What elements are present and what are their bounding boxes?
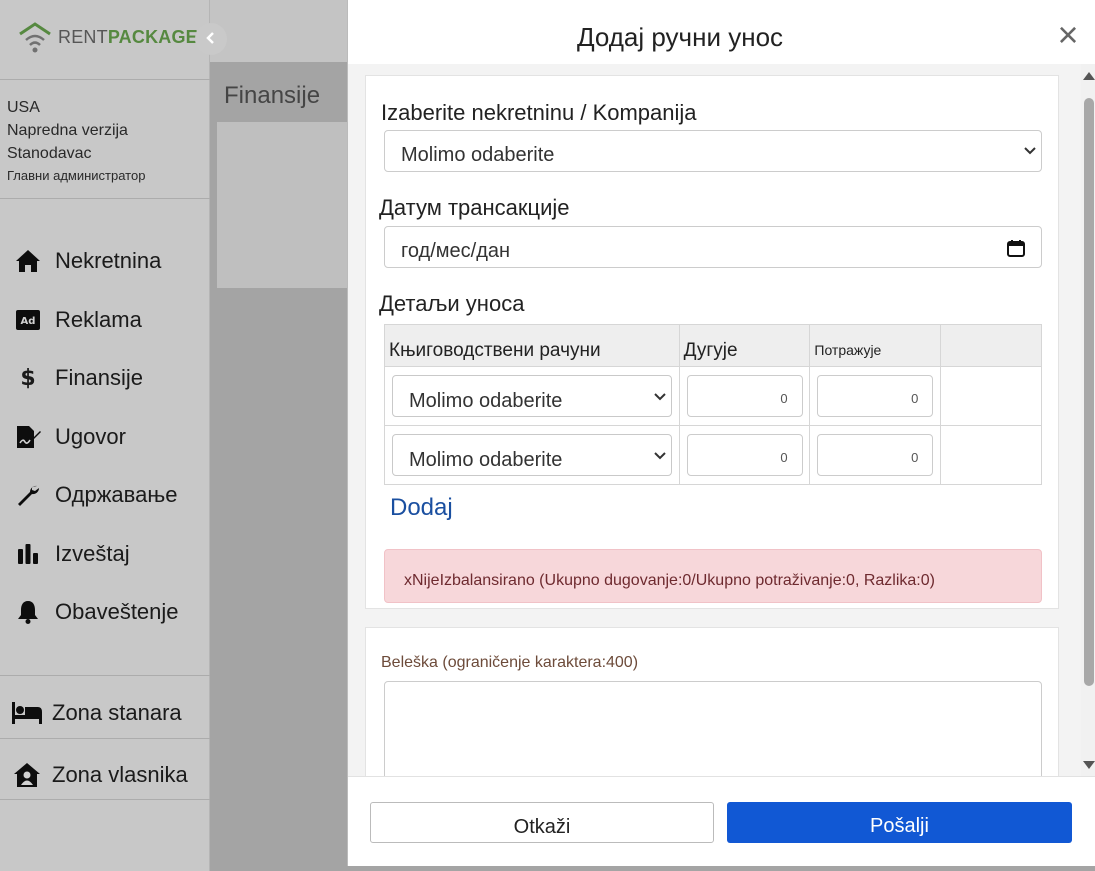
col-debit-header: Дугује	[678, 324, 811, 367]
manual-entry-modal: Додај ручни унос × Izaberite nekretninu …	[347, 0, 1095, 866]
scroll-down-icon[interactable]	[1083, 761, 1095, 769]
send-button[interactable]: Pošalji	[727, 802, 1072, 843]
sidebar-collapse-button[interactable]	[195, 23, 227, 55]
credit-cell: 0	[809, 366, 942, 426]
chevron-down-icon	[654, 393, 666, 401]
note-textarea[interactable]	[384, 681, 1042, 776]
modal-scrollbar[interactable]	[1081, 64, 1095, 776]
account-cell: Molimo odaberite	[384, 425, 680, 485]
debit-cell: 0	[678, 366, 811, 426]
balance-alert: xNijeIzbalansirano (Ukupno dugovanje:0/U…	[384, 549, 1042, 603]
account-select-value: Molimo odaberite	[409, 449, 563, 471]
debit-input[interactable]: 0	[686, 434, 803, 476]
date-placeholder: год/мес/дан	[401, 240, 511, 262]
property-select[interactable]: Molimo odaberite	[384, 130, 1042, 172]
debit-cell: 0	[678, 425, 811, 485]
entries-table: Књиговодствени рачуни Дугује Потражује M…	[384, 324, 1042, 485]
scrollbar-thumb[interactable]	[1084, 98, 1094, 686]
chevron-left-icon	[204, 29, 218, 50]
table-header-row: Књиговодствени рачуни Дугује Потражује	[384, 324, 1042, 367]
modal-footer: Otkaži Pošalji	[348, 776, 1095, 866]
actions-cell	[940, 366, 1042, 426]
table-row: Molimo odaberite 0 0	[384, 366, 1042, 426]
credit-input[interactable]: 0	[817, 375, 934, 417]
col-actions-header	[940, 324, 1042, 367]
modal-body: Izaberite nekretninu / Kompanija Molimo …	[348, 64, 1081, 776]
chevron-down-icon	[654, 452, 666, 460]
col-credit-header: Потражује	[809, 324, 942, 367]
entry-card: Izaberite nekretninu / Kompanija Molimo …	[365, 75, 1059, 609]
account-cell: Molimo odaberite	[384, 366, 680, 426]
close-icon[interactable]: ×	[1054, 17, 1082, 54]
cancel-button[interactable]: Otkaži	[370, 802, 714, 843]
property-select-value: Molimo odaberite	[401, 144, 555, 166]
add-row-link[interactable]: Dodaj	[390, 494, 453, 522]
details-label: Детаљи уноса	[379, 291, 525, 316]
credit-cell: 0	[809, 425, 942, 485]
date-label: Датум трансакције	[379, 195, 570, 220]
modal-title: Додај ручни унос	[576, 22, 784, 52]
chevron-down-icon	[1024, 147, 1036, 155]
account-select-value: Molimo odaberite	[409, 390, 563, 412]
calendar-icon[interactable]	[1007, 239, 1025, 257]
debit-input[interactable]: 0	[686, 375, 803, 417]
note-card: Beleška (ograničenje karaktera:400)	[365, 627, 1059, 776]
actions-cell	[940, 425, 1042, 485]
property-label: Izaberite nekretninu / Kompanija	[381, 100, 697, 125]
table-row: Molimo odaberite 0 0	[384, 425, 1042, 485]
scroll-up-icon[interactable]	[1083, 72, 1095, 80]
credit-input[interactable]: 0	[817, 434, 934, 476]
col-accounts-header: Књиговодствени рачуни	[384, 324, 680, 367]
account-select[interactable]: Molimo odaberite	[392, 434, 672, 476]
note-label: Beleška (ograničenje karaktera:400)	[381, 654, 639, 671]
account-select[interactable]: Molimo odaberite	[392, 375, 672, 417]
transaction-date-input[interactable]: год/мес/дан	[384, 226, 1042, 268]
